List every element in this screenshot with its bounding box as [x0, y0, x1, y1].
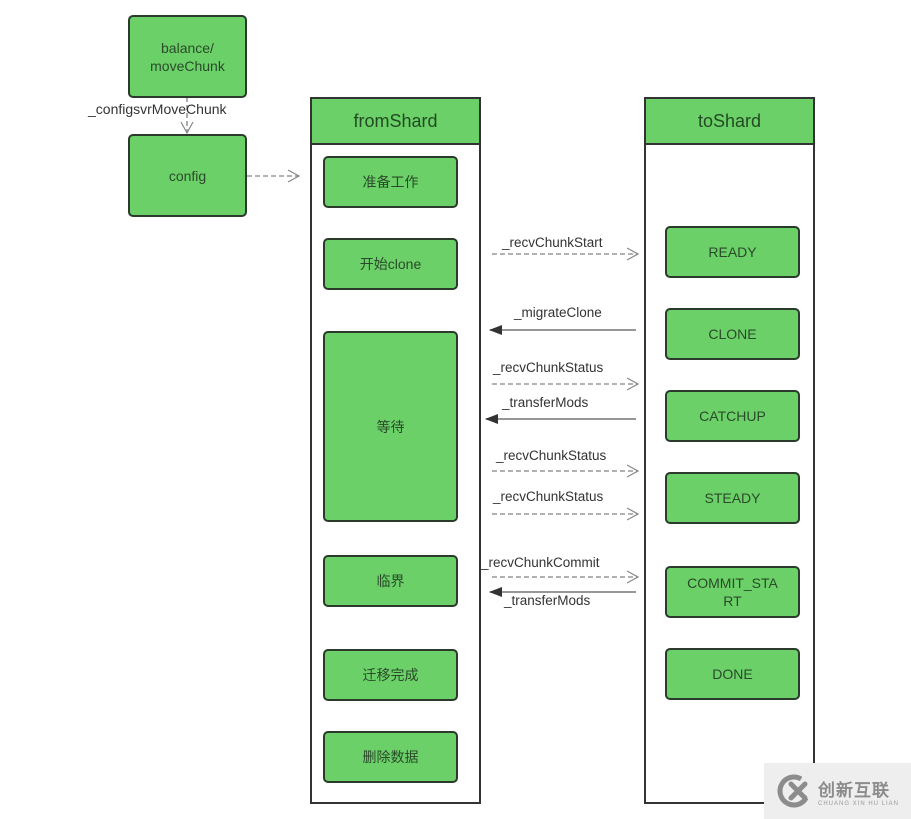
msg-recvchunkstatus-1-label: _recvChunkStatus [493, 360, 604, 375]
msg-recvchunkstart-label: _recvChunkStart [502, 235, 603, 250]
from-step-prepare: 准备工作 [323, 156, 458, 208]
to-state-catchup: CATCHUP [665, 390, 800, 442]
msg-transfermods-2-label: _transferMods [504, 593, 591, 608]
config-node: config [128, 134, 247, 217]
msg-recvchunkstatus-2-label: _recvChunkStatus [496, 448, 607, 463]
msg-transfermods-1-label: _transferMods [502, 395, 589, 410]
to-shard-title: toShard [646, 99, 813, 145]
from-step-migrate-done: 迁移完成 [323, 649, 458, 701]
balance-node-line-2: moveChunk [150, 57, 225, 74]
balance-movechunk-node: balance/ moveChunk [128, 15, 247, 98]
balance-node-line-1: balance/ [161, 39, 214, 56]
to-state-done: DONE [665, 648, 800, 700]
commit-start-line-2: RT [723, 593, 742, 609]
to-state-steady: STEADY [665, 472, 800, 524]
to-state-commit-start: COMMIT_STA RT [665, 566, 800, 618]
to-state-clone: CLONE [665, 308, 800, 360]
msg-migrateclone-label: _migrateClone [514, 305, 602, 320]
watermark-logo-icon [777, 774, 811, 808]
from-shard-title: fromShard [312, 99, 479, 145]
watermark: 创新互联 CHUANG XIN HU LIAN [764, 763, 911, 819]
commit-start-line-1: COMMIT_STA [687, 575, 778, 591]
from-step-start-clone: 开始clone [323, 238, 458, 290]
from-step-critical: 临界 [323, 555, 458, 607]
msg-recvchunkstatus-3-label: _recvChunkStatus [493, 489, 604, 504]
watermark-sub: CHUANG XIN HU LIAN [818, 800, 900, 807]
watermark-name: 创新互联 [818, 780, 890, 800]
from-step-delete-data: 删除数据 [323, 731, 458, 783]
to-state-ready: READY [665, 226, 800, 278]
msg-recvchunkcommit-label: _recvChunkCommit [481, 555, 600, 570]
config-call-label: _configsvrMoveChunk [88, 101, 227, 117]
from-step-wait: 等待 [323, 331, 458, 522]
